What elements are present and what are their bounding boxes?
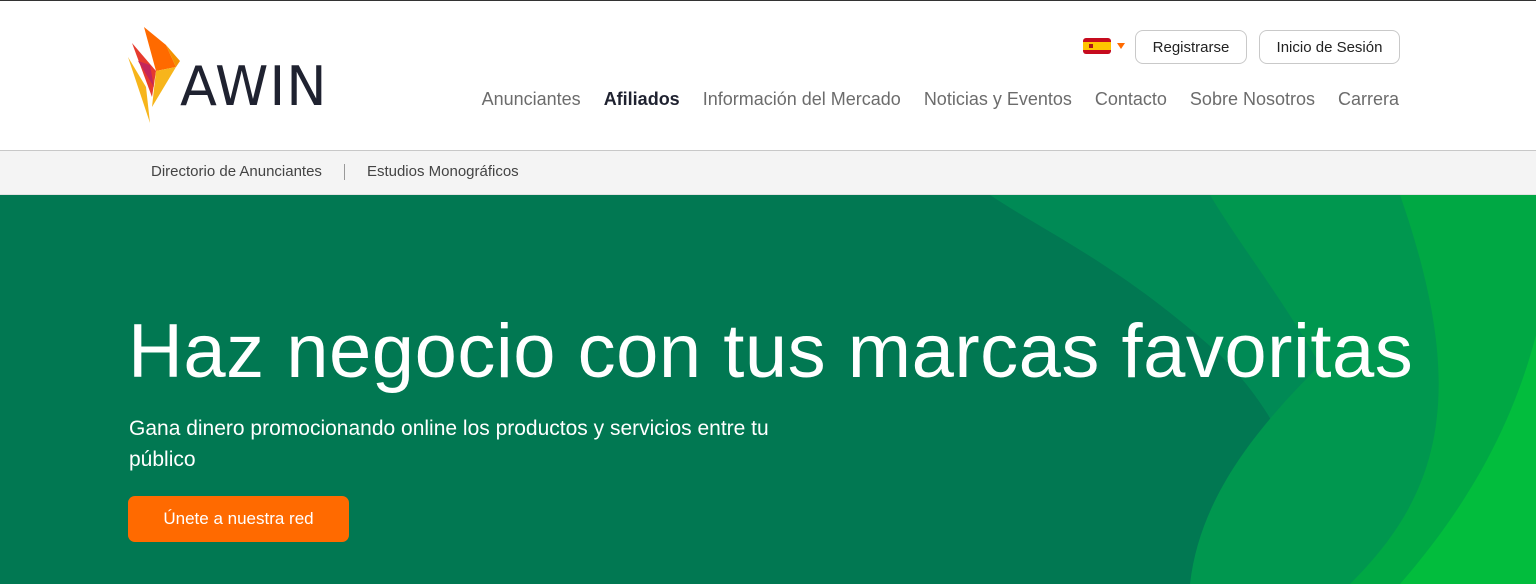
nav-item-carrera[interactable]: Carrera bbox=[1338, 89, 1399, 110]
logo-wordmark: AWIN bbox=[180, 55, 328, 118]
nav-item-contacto[interactable]: Contacto bbox=[1095, 89, 1167, 110]
spain-flag-icon bbox=[1083, 38, 1111, 54]
caret-down-icon bbox=[1117, 43, 1125, 49]
subnav-item-directorio-anunciantes[interactable]: Directorio de Anunciantes bbox=[151, 163, 322, 180]
nav-item-informacion-mercado[interactable]: Información del Mercado bbox=[703, 89, 901, 110]
hero-title: Haz negocio con tus marcas favoritas bbox=[128, 309, 1414, 394]
nav-item-sobre-nosotros[interactable]: Sobre Nosotros bbox=[1190, 89, 1315, 110]
join-network-button[interactable]: Únete a nuestra red bbox=[128, 496, 349, 542]
site-header: AWIN Registrarse Inicio de Sesión Anunci… bbox=[0, 1, 1536, 151]
language-selector[interactable] bbox=[1083, 38, 1125, 54]
awin-logo[interactable]: AWIN bbox=[126, 27, 346, 123]
main-nav: Anunciantes Afiliados Información del Me… bbox=[482, 89, 1399, 110]
login-button[interactable]: Inicio de Sesión bbox=[1259, 30, 1400, 64]
hero-subtitle: Gana dinero promocionando online los pro… bbox=[129, 417, 769, 471]
hero-banner: Haz negocio con tus marcas favoritas Gan… bbox=[0, 195, 1536, 584]
nav-item-afiliados[interactable]: Afiliados bbox=[604, 89, 680, 110]
nav-item-anunciantes[interactable]: Anunciantes bbox=[482, 89, 581, 110]
sub-nav: Directorio de Anunciantes Estudios Monog… bbox=[0, 151, 1536, 195]
sub-nav-items: Directorio de Anunciantes Estudios Monog… bbox=[151, 163, 519, 180]
register-button[interactable]: Registrarse bbox=[1135, 30, 1247, 64]
awin-flame-logo-icon bbox=[128, 27, 180, 123]
subnav-item-estudios-monograficos[interactable]: Estudios Monográficos bbox=[367, 163, 519, 180]
nav-item-noticias-eventos[interactable]: Noticias y Eventos bbox=[924, 89, 1072, 110]
subnav-divider bbox=[343, 163, 345, 180]
